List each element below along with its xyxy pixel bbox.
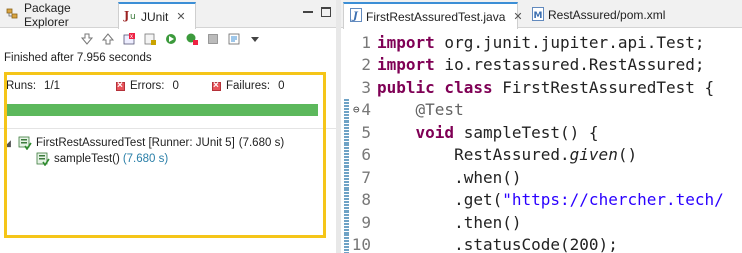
code-line: 2 import io.restassured.RestAssured; <box>341 54 742 77</box>
failures-value: 0 <box>278 80 285 92</box>
test-progress-bar <box>6 104 318 116</box>
code-text: RestAssured. <box>454 145 570 165</box>
test-method-label: sampleTest() <box>54 153 120 165</box>
line-number: 1 <box>361 32 371 52</box>
code-area[interactable]: 1 import org.junit.jupiter.api.Test; 2 imp… <box>341 31 742 253</box>
code-line: 1 import org.junit.jupiter.api.Test; <box>341 31 742 54</box>
view-menu-icon[interactable] <box>248 32 262 46</box>
code-line: 8 .get("https://chercher.tech/ <box>341 188 742 211</box>
code-text: () <box>617 145 638 165</box>
gutter-change-marker <box>344 143 349 166</box>
scroll-lock-icon[interactable] <box>143 32 157 46</box>
previous-failure-icon[interactable] <box>101 32 115 46</box>
expand-chevron-icon[interactable]: ◢ <box>4 138 14 148</box>
editor-tab-bar: J FirstRestAssuredTest.java ✕ M RestAssu… <box>341 0 742 29</box>
divider <box>0 128 336 129</box>
code-keyword: void <box>415 122 455 142</box>
svg-text:u: u <box>130 12 136 22</box>
minimize-icon[interactable] <box>302 6 314 18</box>
gutter-change-marker <box>344 121 349 144</box>
code-text: FirstRestAssuredTest { <box>492 77 715 97</box>
junit-icon: Ju <box>123 8 137 25</box>
gutter-change-marker <box>344 98 349 121</box>
code-text: .get( <box>454 190 503 210</box>
tab-java-label: FirstRestAssuredTest.java <box>366 9 506 24</box>
code-line: 3 public class FirstRestAssuredTest { <box>341 76 742 99</box>
line-number: 2 <box>361 55 371 75</box>
code-text: org.junit.jupiter.api.Test; <box>434 32 705 52</box>
stop-icon[interactable] <box>206 32 220 46</box>
code-text: io.restassured.RestAssured; <box>434 55 705 75</box>
code-text: .when() <box>454 167 522 187</box>
fold-expanded-icon[interactable]: ⊖ <box>353 103 360 116</box>
code-keyword: import <box>377 55 435 75</box>
tab-package-explorer[interactable]: Package Explorer <box>2 1 117 29</box>
code-line: 10 .statusCode(200); <box>341 233 742 253</box>
window-controls <box>302 6 332 18</box>
code-string: "https://chercher.tech/ <box>502 190 724 210</box>
svg-text:M: M <box>534 11 543 21</box>
close-icon[interactable]: ✕ <box>513 10 522 23</box>
tab-junit[interactable]: Ju JUnit ✕ <box>118 2 196 29</box>
svg-text:J: J <box>123 9 129 22</box>
next-failure-icon[interactable] <box>80 32 94 46</box>
test-class-time: (7.680 s) <box>238 137 285 149</box>
failures-label: Failures: <box>226 80 271 92</box>
code-line: 5 void sampleTest() { <box>341 121 742 144</box>
test-method-time: (7.680 s) <box>122 153 169 165</box>
tree-item-test-method[interactable]: sampleTest() (7.680 s) <box>36 152 169 167</box>
gutter-change-marker <box>344 188 349 211</box>
code-line: 9 .then() <box>341 211 742 234</box>
code-line: ⊖ 4 @Test <box>341 98 742 121</box>
test-suite-success-icon <box>18 136 32 151</box>
code-keyword: import <box>377 32 435 52</box>
errors-label: Errors: <box>130 80 165 92</box>
tab-firstrestassuredtest-java[interactable]: J FirstRestAssuredTest.java ✕ <box>343 2 523 29</box>
svg-text:x: x <box>130 34 133 40</box>
junit-toolbar: x <box>80 29 262 49</box>
errors-counter: Errors: 0 <box>116 79 212 93</box>
java-file-icon: J <box>350 8 362 25</box>
test-class-label: FirstRestAssuredTest [Runner: JUnit 5] <box>36 137 235 149</box>
rerun-icon[interactable] <box>164 32 178 46</box>
code-method-static: given <box>569 145 618 165</box>
code-line: 6 RestAssured. given() <box>341 143 742 166</box>
code-text: .then() <box>454 212 522 232</box>
code-keyword: public class <box>377 77 493 97</box>
tab-junit-label: JUnit <box>141 9 169 24</box>
code-line: 7 .when() <box>341 166 742 189</box>
tab-package-explorer-label: Package Explorer <box>24 1 71 29</box>
close-icon[interactable]: ✕ <box>176 10 185 23</box>
code-text: sampleTest() { <box>454 122 599 142</box>
junit-view-panel: Package Explorer Ju JUnit ✕ x Finished a… <box>0 0 336 253</box>
code-annotation: @Test <box>415 100 464 120</box>
runs-label: Runs: <box>6 80 37 92</box>
rerun-failed-first-icon[interactable] <box>185 32 199 46</box>
test-history-icon[interactable] <box>227 32 241 46</box>
tab-pom-xml[interactable]: M RestAssured/pom.xml <box>526 2 676 28</box>
status-text: Finished after 7.956 seconds <box>4 52 152 64</box>
errors-value: 0 <box>172 80 179 92</box>
line-number: 3 <box>361 77 371 97</box>
failure-icon <box>212 79 221 93</box>
maven-pom-icon: M <box>532 6 544 24</box>
package-explorer-icon <box>6 7 20 24</box>
runs-value: 1/1 <box>44 80 61 92</box>
tree-item-test-class[interactable]: ◢ FirstRestAssuredTest [Runner: JUnit 5]… <box>4 136 285 151</box>
error-icon <box>116 79 125 93</box>
code-text: .statusCode(200); <box>454 235 618 253</box>
test-success-icon <box>36 152 50 167</box>
show-failures-only-icon[interactable]: x <box>122 32 136 46</box>
failures-counter: Failures: 0 <box>212 79 285 93</box>
tab-pom-label: RestAssured/pom.xml <box>548 8 666 22</box>
test-counters: Runs: 1/1 Errors: 0 Failures: 0 <box>6 79 324 93</box>
gutter-change-marker <box>344 233 349 253</box>
gutter-change-marker <box>344 166 349 189</box>
gutter-change-marker <box>344 211 349 234</box>
runs-counter: Runs: 1/1 <box>6 80 116 92</box>
code-editor: J FirstRestAssuredTest.java ✕ M RestAssu… <box>341 0 742 253</box>
maximize-icon[interactable] <box>320 6 332 18</box>
left-tab-bar: Package Explorer Ju JUnit ✕ <box>0 0 336 29</box>
